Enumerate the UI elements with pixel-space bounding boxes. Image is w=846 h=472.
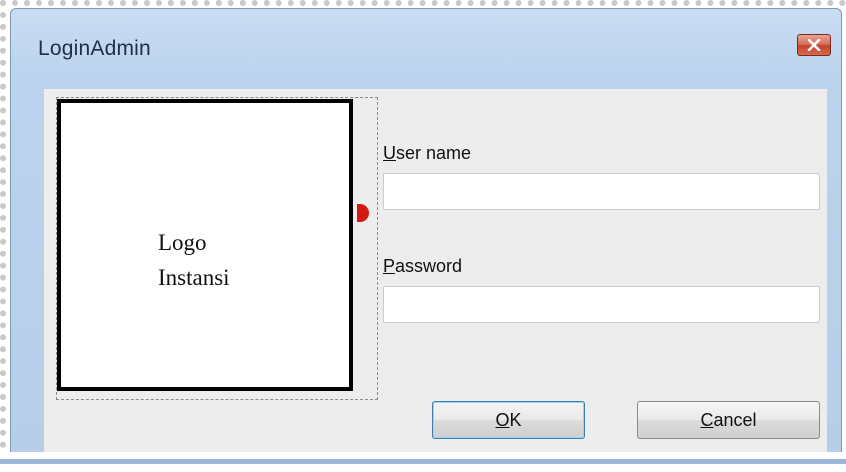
logo-picture-box: Logo Instansi (57, 99, 353, 391)
logo-placeholder-text: Logo Instansi (158, 225, 230, 295)
cancel-label: Cancel (700, 409, 757, 430)
ok-label: OK (495, 409, 522, 430)
close-icon (807, 39, 821, 51)
title-bar[interactable]: LoginAdmin (11, 9, 841, 89)
window-title: LoginAdmin (38, 37, 151, 60)
close-button[interactable] (797, 34, 831, 56)
password-label: Password (383, 256, 463, 276)
cancel-button[interactable]: Cancel (637, 401, 820, 439)
background-line (0, 459, 846, 464)
logo-line-2: Instansi (158, 265, 230, 290)
client-area: Logo Instansi User name Password OK Canc… (44, 89, 827, 459)
username-input[interactable] (383, 173, 820, 210)
password-input[interactable] (383, 286, 820, 323)
login-dialog: LoginAdmin Logo Instansi User name Passw… (10, 8, 842, 460)
logo-line-1: Logo (158, 230, 207, 255)
ok-button[interactable]: OK (432, 401, 585, 439)
username-label: User name (383, 143, 472, 163)
